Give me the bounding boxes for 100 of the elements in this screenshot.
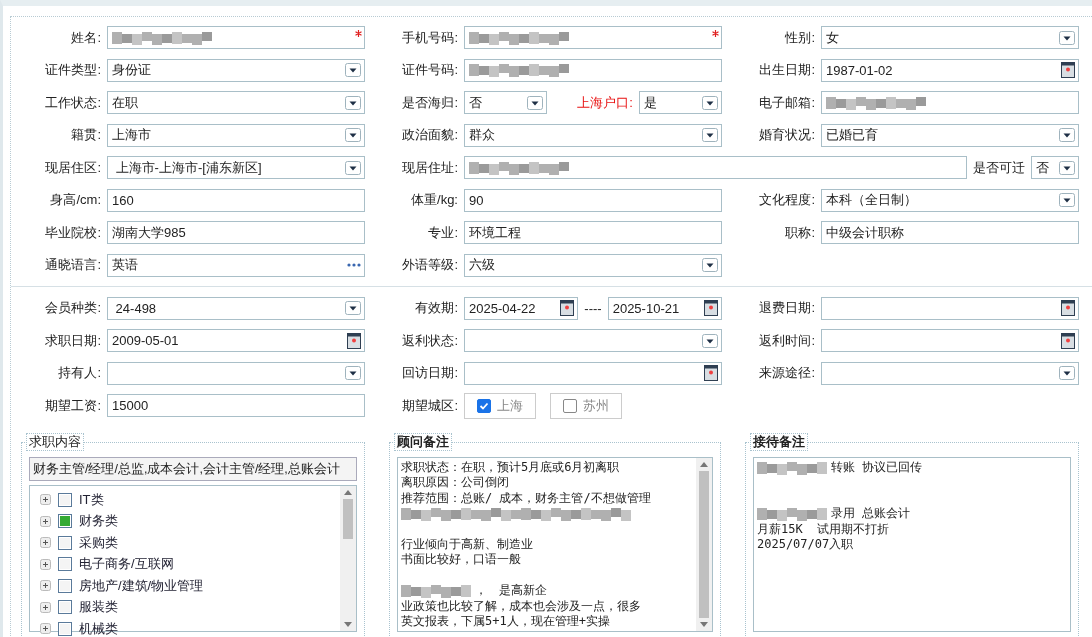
dropdown[interactable]: 六级 <box>464 253 722 277</box>
checkbox[interactable] <box>58 600 72 615</box>
scrollbar[interactable] <box>340 486 356 631</box>
date-field[interactable]: 2025-10-21 <box>607 296 722 320</box>
dropdown[interactable]: 否 <box>464 91 548 114</box>
expand-icon[interactable] <box>40 494 51 506</box>
date-field[interactable]: 2025-04-22 <box>464 296 579 320</box>
blurred-text <box>757 506 827 521</box>
dropdown[interactable]: 是 <box>638 91 722 114</box>
dropdown[interactable]: 已婚已育 <box>821 123 1079 147</box>
field-label: 会员种类: <box>44 299 102 317</box>
field-label: 姓名: <box>70 28 102 47</box>
checkbox[interactable] <box>58 492 72 507</box>
field-label: 是否海归: <box>401 93 459 112</box>
date-field[interactable] <box>464 361 722 385</box>
dropdown[interactable]: 上海市-上海市-[浦东新区] <box>107 156 365 179</box>
tree-item[interactable]: 电子商务/互联网 <box>79 555 174 574</box>
field-label: ---- <box>584 300 602 316</box>
field-label: 通晓语言: <box>44 256 102 274</box>
text-field[interactable]: 15000 <box>107 394 365 417</box>
text-field[interactable]: 160 <box>107 188 365 212</box>
text-field[interactable]: 90 <box>464 188 722 212</box>
date-field[interactable] <box>821 296 1079 320</box>
expand-icon[interactable] <box>40 601 51 613</box>
field-label: 毕业院校: <box>44 223 102 242</box>
calendar-icon[interactable] <box>704 365 718 381</box>
panel-title: 接待备注 <box>750 433 808 451</box>
calendar-icon[interactable] <box>347 332 361 349</box>
field-label: 期望工资: <box>44 396 102 415</box>
tree-item[interactable]: 服装类 <box>79 598 118 617</box>
field-label: 外语等级: <box>401 256 459 274</box>
blurred-text <box>401 583 471 598</box>
expand-icon[interactable] <box>40 558 51 570</box>
text-field[interactable] <box>821 91 1079 114</box>
notes-textarea[interactable]: 求职状态：在职，预计5月底或6月初离职 离职原因：公司倒闭 推荐范围：总账/ 成本，财务主管/不想做管理 行业倾向于高新、制造业 书面比较好，口语一般 ， 是高新企 业政策也比较了解，成本也会涉及一点，很多 英文报表，下属5+1人，现在管理+实操 <box>397 457 713 632</box>
expand-icon[interactable] <box>40 580 51 592</box>
field-label: 专业: <box>427 223 459 242</box>
checkbox[interactable] <box>58 578 72 593</box>
field-label: 现居住址: <box>401 158 459 177</box>
note-line: 2025/07/07入职 <box>757 536 855 553</box>
panel-title: 顾问备注 <box>394 433 452 451</box>
field-label: 性别: <box>784 28 816 47</box>
checkbox[interactable] <box>58 535 72 550</box>
field-label: 现居住区: <box>44 158 102 177</box>
calendar-icon[interactable] <box>1061 300 1075 316</box>
checkbox[interactable] <box>58 621 72 636</box>
tree-item[interactable]: IT类 <box>79 490 104 509</box>
dropdown[interactable]: 否 <box>1031 156 1079 179</box>
text-field[interactable] <box>464 58 722 82</box>
field-label: 手机号码: <box>401 28 459 47</box>
note-line: 月薪15K 试用期不打折 <box>757 521 891 537</box>
tree-item[interactable]: 财务类 <box>79 512 118 531</box>
dropdown[interactable]: 上海市 <box>107 123 365 147</box>
field-label: 身高/cm: <box>49 191 102 209</box>
field-label: 电子邮箱: <box>758 93 816 112</box>
scrollbar[interactable] <box>696 458 712 631</box>
text-field[interactable] <box>107 26 365 49</box>
tree-item[interactable]: 房地产/建筑/物业管理 <box>79 576 204 595</box>
check-icon[interactable] <box>479 400 489 411</box>
field-label: 籍贯: <box>70 126 102 144</box>
note-line: 业政策也比较了解，成本也会涉及一点，很多 <box>401 598 642 614</box>
blurred-text <box>757 460 827 475</box>
calendar-icon[interactable] <box>704 300 718 316</box>
checkbox-button[interactable]: 苏州 <box>550 392 622 419</box>
field-label: 证件类型: <box>44 61 102 79</box>
lookup-field[interactable]: 英语 <box>107 253 365 277</box>
tree-item[interactable]: 采购类 <box>79 533 118 552</box>
text-field[interactable] <box>464 156 967 179</box>
dropdown[interactable]: 身份证 <box>107 58 365 82</box>
tree-item[interactable]: 机械类 <box>79 619 118 637</box>
checkbox[interactable] <box>58 514 72 529</box>
date-field[interactable]: 1987-01-02 <box>821 58 1079 82</box>
text-field[interactable]: 中级会计职称 <box>821 221 1079 244</box>
date-field[interactable] <box>821 329 1079 352</box>
calendar-icon[interactable] <box>1061 332 1075 349</box>
dropdown[interactable]: 本科（全日制） <box>821 188 1079 212</box>
field-label: 是否可迁 <box>973 158 1025 177</box>
dropdown[interactable]: 女 <box>821 26 1079 49</box>
calendar-icon[interactable] <box>560 300 575 316</box>
notes-textarea[interactable]: 转账 协议已回传 录用 总账会计 月薪15K 试用期不打折 2025/07/07入职 <box>753 457 1071 632</box>
text-field[interactable] <box>464 26 722 49</box>
field-label: 求职日期: <box>44 331 102 350</box>
summary-field: 财务主管/经理/总监,成本会计,会计主管/经理,总账会计 <box>29 457 357 481</box>
dropdown[interactable]: 在职 <box>107 91 365 114</box>
field-label: 期望城区: <box>401 396 459 415</box>
checkbox-button[interactable]: 上海 <box>464 392 536 419</box>
date-field[interactable]: 2009-05-01 <box>107 329 365 352</box>
dropdown[interactable]: 24-498 <box>107 296 365 320</box>
more-icon[interactable] <box>347 263 361 267</box>
note-line: 英文报表，下属5+1人，现在管理+实操 <box>401 613 611 630</box>
text-field[interactable]: 湖南大学985 <box>107 221 365 244</box>
expand-icon[interactable] <box>40 515 51 527</box>
text-field[interactable]: 环境工程 <box>464 221 722 244</box>
note-line: ， 是高新企 <box>475 583 547 599</box>
expand-icon[interactable] <box>40 537 51 549</box>
field-label: 体重/kg: <box>410 191 459 209</box>
checkbox[interactable] <box>58 557 72 572</box>
expand-icon[interactable] <box>40 623 51 635</box>
dropdown[interactable]: 群众 <box>464 123 722 147</box>
calendar-icon[interactable] <box>1061 62 1075 78</box>
